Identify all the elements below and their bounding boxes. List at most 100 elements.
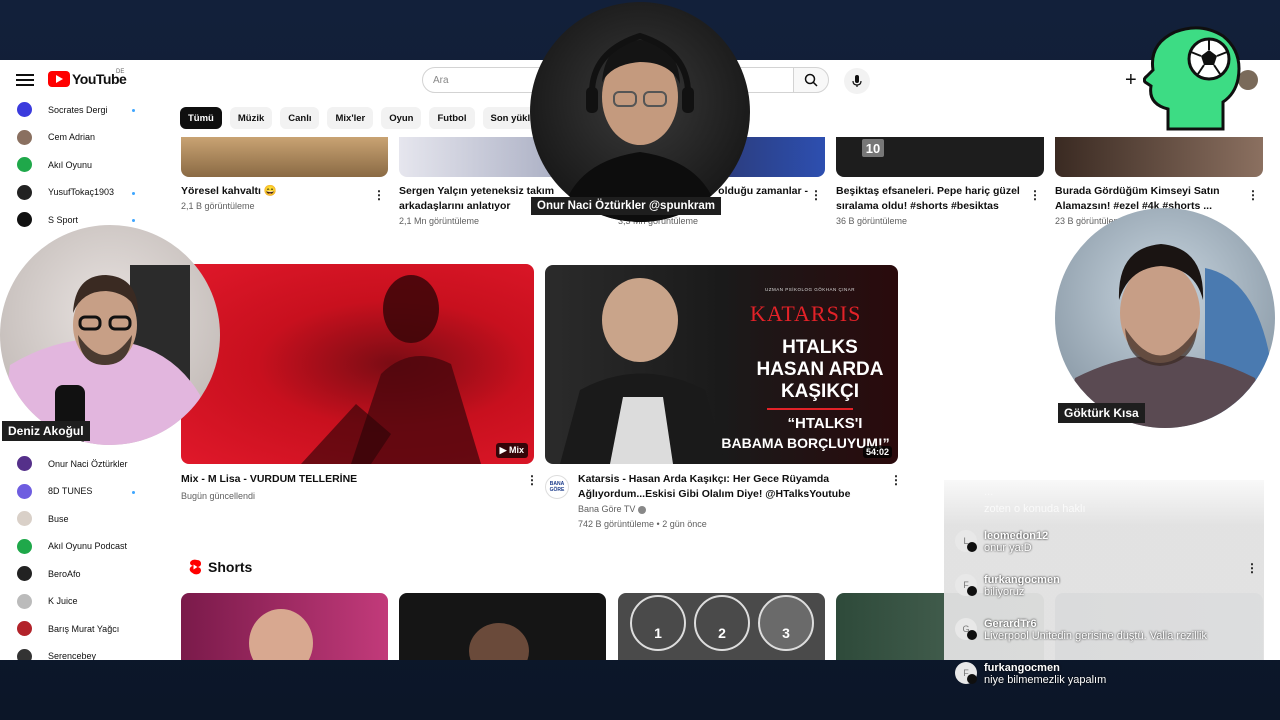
video-thumbnail[interactable] [181, 137, 388, 177]
channel-avatar [17, 511, 32, 527]
channel-name-text: Bana Göre TV [578, 504, 636, 514]
sidebar-item[interactable]: Onur Naci Öztürkler [0, 450, 160, 478]
sidebar-item[interactable]: Akıl Oyunu [0, 151, 160, 179]
channel-avatar [17, 593, 32, 609]
video-views: 2,1 B görüntüleme [181, 201, 255, 211]
chip-music[interactable]: Müzik [229, 107, 273, 129]
thumbnail-line: KAŞIKÇI [780, 381, 860, 402]
channel-avatar[interactable]: BANA GÖRE [545, 475, 569, 499]
chip-live[interactable]: Canlı [280, 107, 320, 129]
webcam-center-nameplate: Onur Naci Öztürkler @spunkram [531, 197, 722, 215]
thumbnail-quote: “HTALKS'I [787, 415, 863, 432]
video-thumbnail[interactable] [1055, 137, 1263, 177]
more-options-icon[interactable]: ⋮ [526, 473, 538, 487]
verified-icon [637, 505, 646, 514]
new-content-dot [132, 490, 135, 494]
youtube-play-icon [48, 71, 70, 87]
sidebar-item[interactable]: YusufTokaç1903 [0, 179, 160, 207]
channel-avatar [17, 538, 32, 554]
ranking-circle: 1 [630, 595, 686, 651]
thumbnail-line: HASAN ARDA [756, 359, 884, 380]
channel-avatar [17, 184, 32, 200]
more-options-icon[interactable]: ⋮ [890, 473, 902, 487]
thumbnail-kicker: UZMAN PSİKOLOG GÖKHAN ÇINAR [765, 287, 856, 292]
chip-football[interactable]: Futbol [429, 107, 475, 129]
thumbnail-line: HTALKS [782, 337, 858, 358]
channel-name[interactable]: Bana Göre TV [578, 502, 878, 517]
sidebar-item[interactable]: BeroAfo [0, 560, 160, 588]
chip-mixes[interactable]: Mix'ler [327, 107, 374, 129]
youtube-logo[interactable]: YouTube DE [48, 69, 127, 87]
sidebar-item[interactable]: Buse [0, 505, 160, 533]
chat-username: furkangocmen [984, 662, 1060, 674]
more-options-icon[interactable]: ⋮ [373, 188, 385, 202]
filter-chips: Tümü Müzik Canlı Mix'ler Oyun Futbol Son… [180, 107, 550, 129]
sidebar-subscriptions-lower: Onur Naci Öztürkler 8D TUNES Buse Akıl O… [0, 450, 160, 660]
streamer-figure [560, 32, 720, 222]
menu-icon[interactable] [16, 71, 34, 89]
sidebar-item[interactable]: Cem Adrian [0, 124, 160, 152]
chat-message: F furkangocmen biliyoruz [955, 574, 1060, 598]
chip-gaming[interactable]: Oyun [381, 107, 422, 129]
webcam-left [0, 225, 220, 445]
sidebar-item[interactable]: Socrates Dergi [0, 96, 160, 124]
chat-text: Liverpool Unitedin gerisine düştü. Valla… [984, 630, 1207, 642]
ranking-number: 2 [718, 625, 726, 641]
video-meta: Bugün güncellendi [181, 491, 256, 501]
sidebar-item[interactable]: K Juice [0, 588, 160, 616]
shorts-header: Shorts [188, 559, 252, 575]
chat-text: niye bilmemezlik yapalım [984, 674, 1107, 686]
channel-avatar [17, 456, 32, 472]
shorts-title: Shorts [208, 559, 253, 575]
more-options-icon[interactable]: ⋮ [1029, 188, 1041, 202]
video-title[interactable]: Mix - M Lisa - VURDUM TELLERİNE [181, 472, 511, 487]
chat-username: furkangocmen [984, 574, 1060, 586]
chat-message: F furkangocmen niye bilmemezlik yapalım [955, 662, 1106, 686]
video-title[interactable]: Beşiktaş efsaneleri. Pepe hariç güzel sı… [836, 184, 1026, 214]
ranking-number: 3 [782, 625, 790, 641]
chip-all[interactable]: Tümü [180, 107, 222, 129]
create-button[interactable]: + [1125, 70, 1137, 90]
video-thumbnail-katarsis[interactable]: UZMAN PSİKOLOG GÖKHAN ÇINAR KATARSIS HTA… [545, 265, 898, 464]
more-options-icon[interactable]: ⋮ [810, 188, 822, 202]
sidebar-item-label: S Sport [48, 214, 79, 225]
chat-avatar: F [955, 662, 977, 684]
short-thumbnail[interactable] [181, 593, 388, 660]
video-thumbnail[interactable]: 10 [836, 137, 1044, 177]
sidebar-item[interactable]: Barış Murat Yağcı [0, 615, 160, 643]
chat-message: L leomedon12 onur ya:D [955, 530, 1048, 554]
video-title[interactable]: Katarsis - Hasan Arda Kaşıkçı: Her Gece … [578, 472, 878, 502]
ranking-circle: 2 [694, 595, 750, 651]
sidebar-subscriptions: Socrates Dergi Cem Adrian Akıl Oyunu Yus… [0, 96, 160, 234]
search-placeholder: Ara [433, 74, 449, 86]
new-content-dot [132, 191, 135, 195]
sidebar-item-label: YusufTokaç1903 [48, 187, 115, 198]
thumbnail-figure [301, 275, 481, 464]
guest-figure [0, 265, 205, 445]
shorts-icon [189, 559, 201, 575]
channel-avatar-text: BANA GÖRE [549, 481, 565, 493]
chat-more-icon[interactable]: ⋮ [1246, 561, 1258, 575]
new-content-dot [132, 109, 135, 112]
voice-search-button[interactable] [844, 68, 870, 94]
channel-avatar [17, 621, 32, 637]
search-button[interactable] [793, 67, 829, 93]
short-thumbnail[interactable]: 1 2 3 [618, 593, 825, 660]
video-title[interactable]: Yöresel kahvaltı 😄 [181, 184, 371, 199]
chat-username: GerardTr6 [984, 618, 1037, 630]
more-options-icon[interactable]: ⋮ [1247, 188, 1259, 202]
sidebar-item-label: Onur Naci Öztürkler [48, 458, 128, 469]
chat-text: biliyoruz [984, 586, 1025, 598]
webcam-right [1055, 208, 1275, 428]
video-thumbnail-mix[interactable]: ▶ Mix [181, 264, 534, 464]
channel-avatar [17, 129, 32, 145]
short-thumbnail[interactable] [399, 593, 606, 660]
sidebar-item[interactable]: Akıl Oyunu Podcast [0, 533, 160, 561]
duration-badge: 54:02 [862, 446, 892, 458]
sidebar-item[interactable]: 8D TUNES [0, 478, 160, 506]
channel-head-logo-icon [1143, 26, 1241, 131]
search-icon [804, 73, 818, 87]
sidebar-item[interactable]: Serencebey [0, 643, 160, 660]
webcam-right-nameplate: Göktürk Kısa [1058, 403, 1145, 423]
chat-username: leomedon12 [984, 530, 1049, 542]
